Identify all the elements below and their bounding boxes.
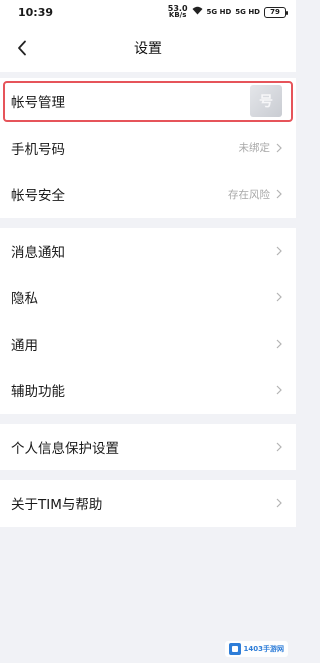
avatar: 号	[250, 85, 282, 118]
watermark-text: 1403手游网	[243, 645, 284, 653]
settings-row-accessibility[interactable]: 辅助功能	[0, 367, 296, 414]
settings-group-account: 帐号管理 号 手机号码 未绑定 帐号安全 存在风险	[0, 78, 296, 218]
signal-icon-2: 5G HD	[235, 8, 260, 16]
watermark: 1403手游网	[224, 641, 288, 657]
chevron-right-icon	[276, 143, 282, 153]
settings-row-about-tim[interactable]: 关于TIM与帮助	[0, 480, 296, 527]
chevron-right-icon	[276, 498, 282, 508]
chevron-right-icon	[276, 246, 282, 256]
row-value: 未绑定	[238, 142, 271, 155]
row-label: 帐号安全	[11, 188, 65, 205]
status-icons: 53.0 KB/s 5G HD 5G HD 79	[167, 4, 288, 19]
status-bar: 10:39 53.0 KB/s 5G HD 5G HD 79	[0, 0, 296, 24]
row-label: 关于TIM与帮助	[11, 497, 103, 514]
row-value: 存在风险	[228, 188, 270, 201]
row-label: 消息通知	[11, 244, 65, 261]
status-time: 10:39	[18, 5, 54, 19]
chevron-right-icon	[276, 385, 282, 395]
settings-row-account-management[interactable]: 帐号管理 号	[0, 78, 296, 125]
row-label: 个人信息保护设置	[11, 440, 119, 457]
chevron-right-icon	[276, 339, 282, 349]
settings-group-about: 关于TIM与帮助	[0, 480, 296, 527]
back-arrow-icon	[18, 40, 26, 56]
network-speed: 53.0 KB/s	[167, 4, 188, 19]
row-label: 辅助功能	[11, 384, 65, 401]
settings-row-general[interactable]: 通用	[0, 321, 296, 368]
settings-row-privacy[interactable]: 隐私	[0, 274, 296, 321]
row-label: 手机号码	[11, 141, 65, 158]
settings-row-account-security[interactable]: 帐号安全 存在风险	[0, 171, 296, 218]
settings-row-phone-number[interactable]: 手机号码 未绑定	[0, 125, 296, 172]
chevron-right-icon	[276, 292, 282, 302]
settings-row-personal-info-protection[interactable]: 个人信息保护设置	[0, 424, 296, 471]
page-title: 设置	[134, 41, 162, 57]
watermark-logo-icon	[228, 643, 241, 655]
back-button[interactable]	[6, 32, 38, 64]
row-label: 帐号管理	[11, 95, 65, 112]
row-label: 隐私	[11, 291, 38, 308]
settings-group-general: 消息通知 隐私 通用 辅助功能	[0, 227, 296, 414]
battery-icon: 79	[264, 6, 288, 18]
row-label: 通用	[11, 337, 38, 354]
settings-row-notifications[interactable]: 消息通知	[0, 228, 296, 275]
chevron-right-icon	[276, 442, 282, 452]
chevron-right-icon	[276, 189, 282, 199]
signal-icon: 5G HD	[206, 8, 232, 16]
settings-group-personal-info: 个人信息保护设置	[0, 423, 296, 471]
navigation-bar: 设置	[0, 24, 296, 72]
wifi-icon	[192, 6, 203, 18]
